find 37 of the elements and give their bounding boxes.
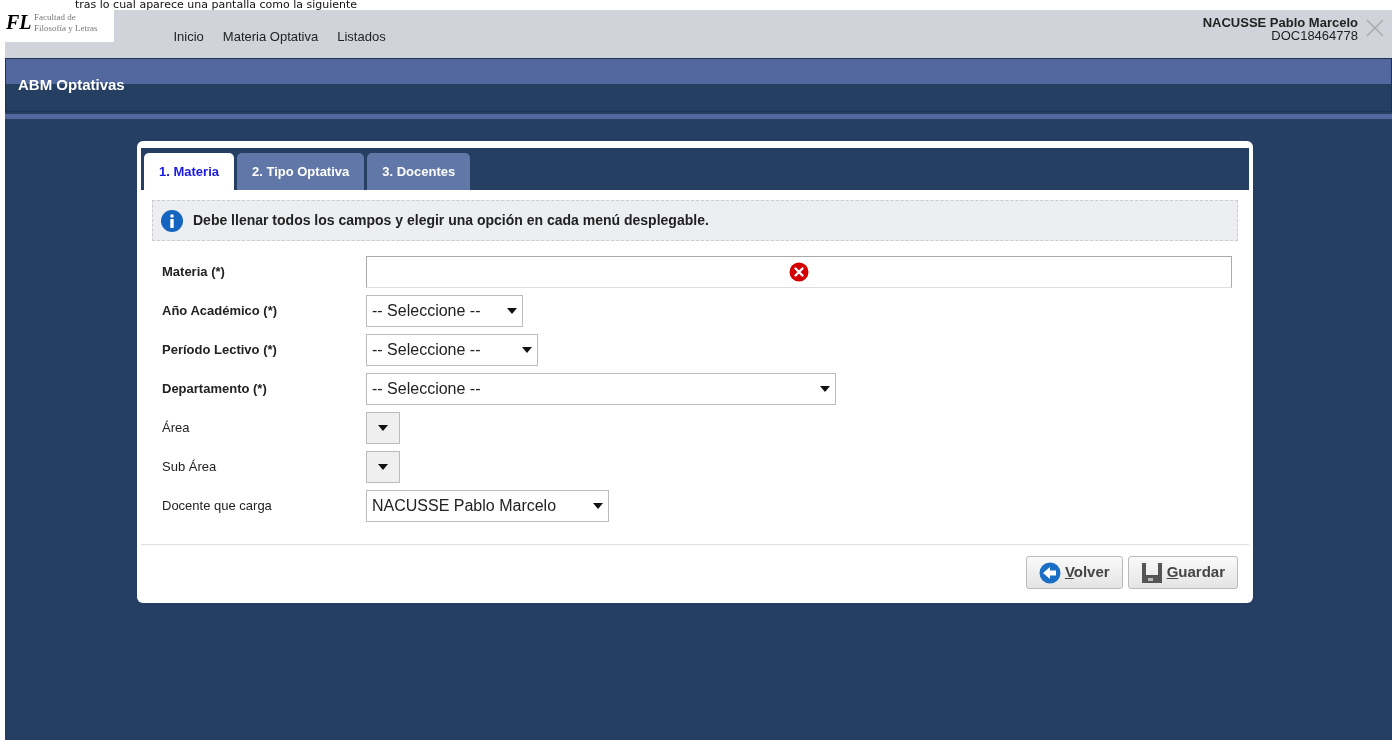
caret-icon <box>593 503 603 509</box>
caption-text: tras lo cual aparece una pantalla como la siguiente <box>75 0 358 10</box>
info-icon <box>161 209 183 232</box>
field-label: Área <box>161 419 191 438</box>
caret-icon <box>522 347 532 353</box>
field-label: Sub Área <box>161 458 218 477</box>
page-title: ABM Optativas <box>18 74 125 95</box>
tab[interactable]: 3. Docentes <box>367 153 471 190</box>
text-input-field[interactable] <box>366 256 1232 288</box>
save-button[interactable]: Guardar <box>1127 556 1238 589</box>
logo-mark: FL <box>6 10 32 34</box>
field-label: Departamento (*) <box>161 380 268 399</box>
nav-link[interactable]: Inicio <box>173 27 204 47</box>
nav-link[interactable]: Materia Optativa <box>222 27 319 47</box>
field-label: Docente que carga <box>161 497 273 516</box>
caret-icon <box>378 464 388 470</box>
field-label: Año Académico (*) <box>161 302 279 321</box>
logo-text: Facultad de <box>34 12 77 23</box>
dropdown-select[interactable]: -- Seleccione -- <box>366 295 523 327</box>
dropdown-select[interactable]: -- Seleccione -- <box>366 373 836 405</box>
user-name: NACUSSE Pablo Marcelo <box>1202 16 1358 29</box>
caret-icon <box>820 386 830 392</box>
user-id: DOC18464778 <box>1271 29 1358 42</box>
field-label: Período Lectivo (*) <box>161 341 278 360</box>
dropdown-select[interactable] <box>366 451 400 483</box>
dropdown-select[interactable]: NACUSSE Pablo Marcelo <box>366 490 609 522</box>
tab[interactable]: 1. Materia <box>144 153 234 190</box>
dropdown-select[interactable] <box>366 412 400 444</box>
nav-link[interactable]: Listados <box>337 27 386 47</box>
back-button[interactable]: Volver <box>1025 556 1123 589</box>
field-label: Materia (*) <box>161 263 226 282</box>
tab[interactable]: 2. Tipo Optativa <box>237 153 365 190</box>
logo-text: Filosofía y Letras <box>34 23 98 34</box>
caret-icon <box>378 425 388 431</box>
dropdown-select[interactable]: -- Seleccione -- <box>366 334 538 366</box>
caret-icon <box>507 308 517 314</box>
info-text: Debe llenar todos los campos y elegir una opción en cada menú desplegable. <box>193 211 709 230</box>
